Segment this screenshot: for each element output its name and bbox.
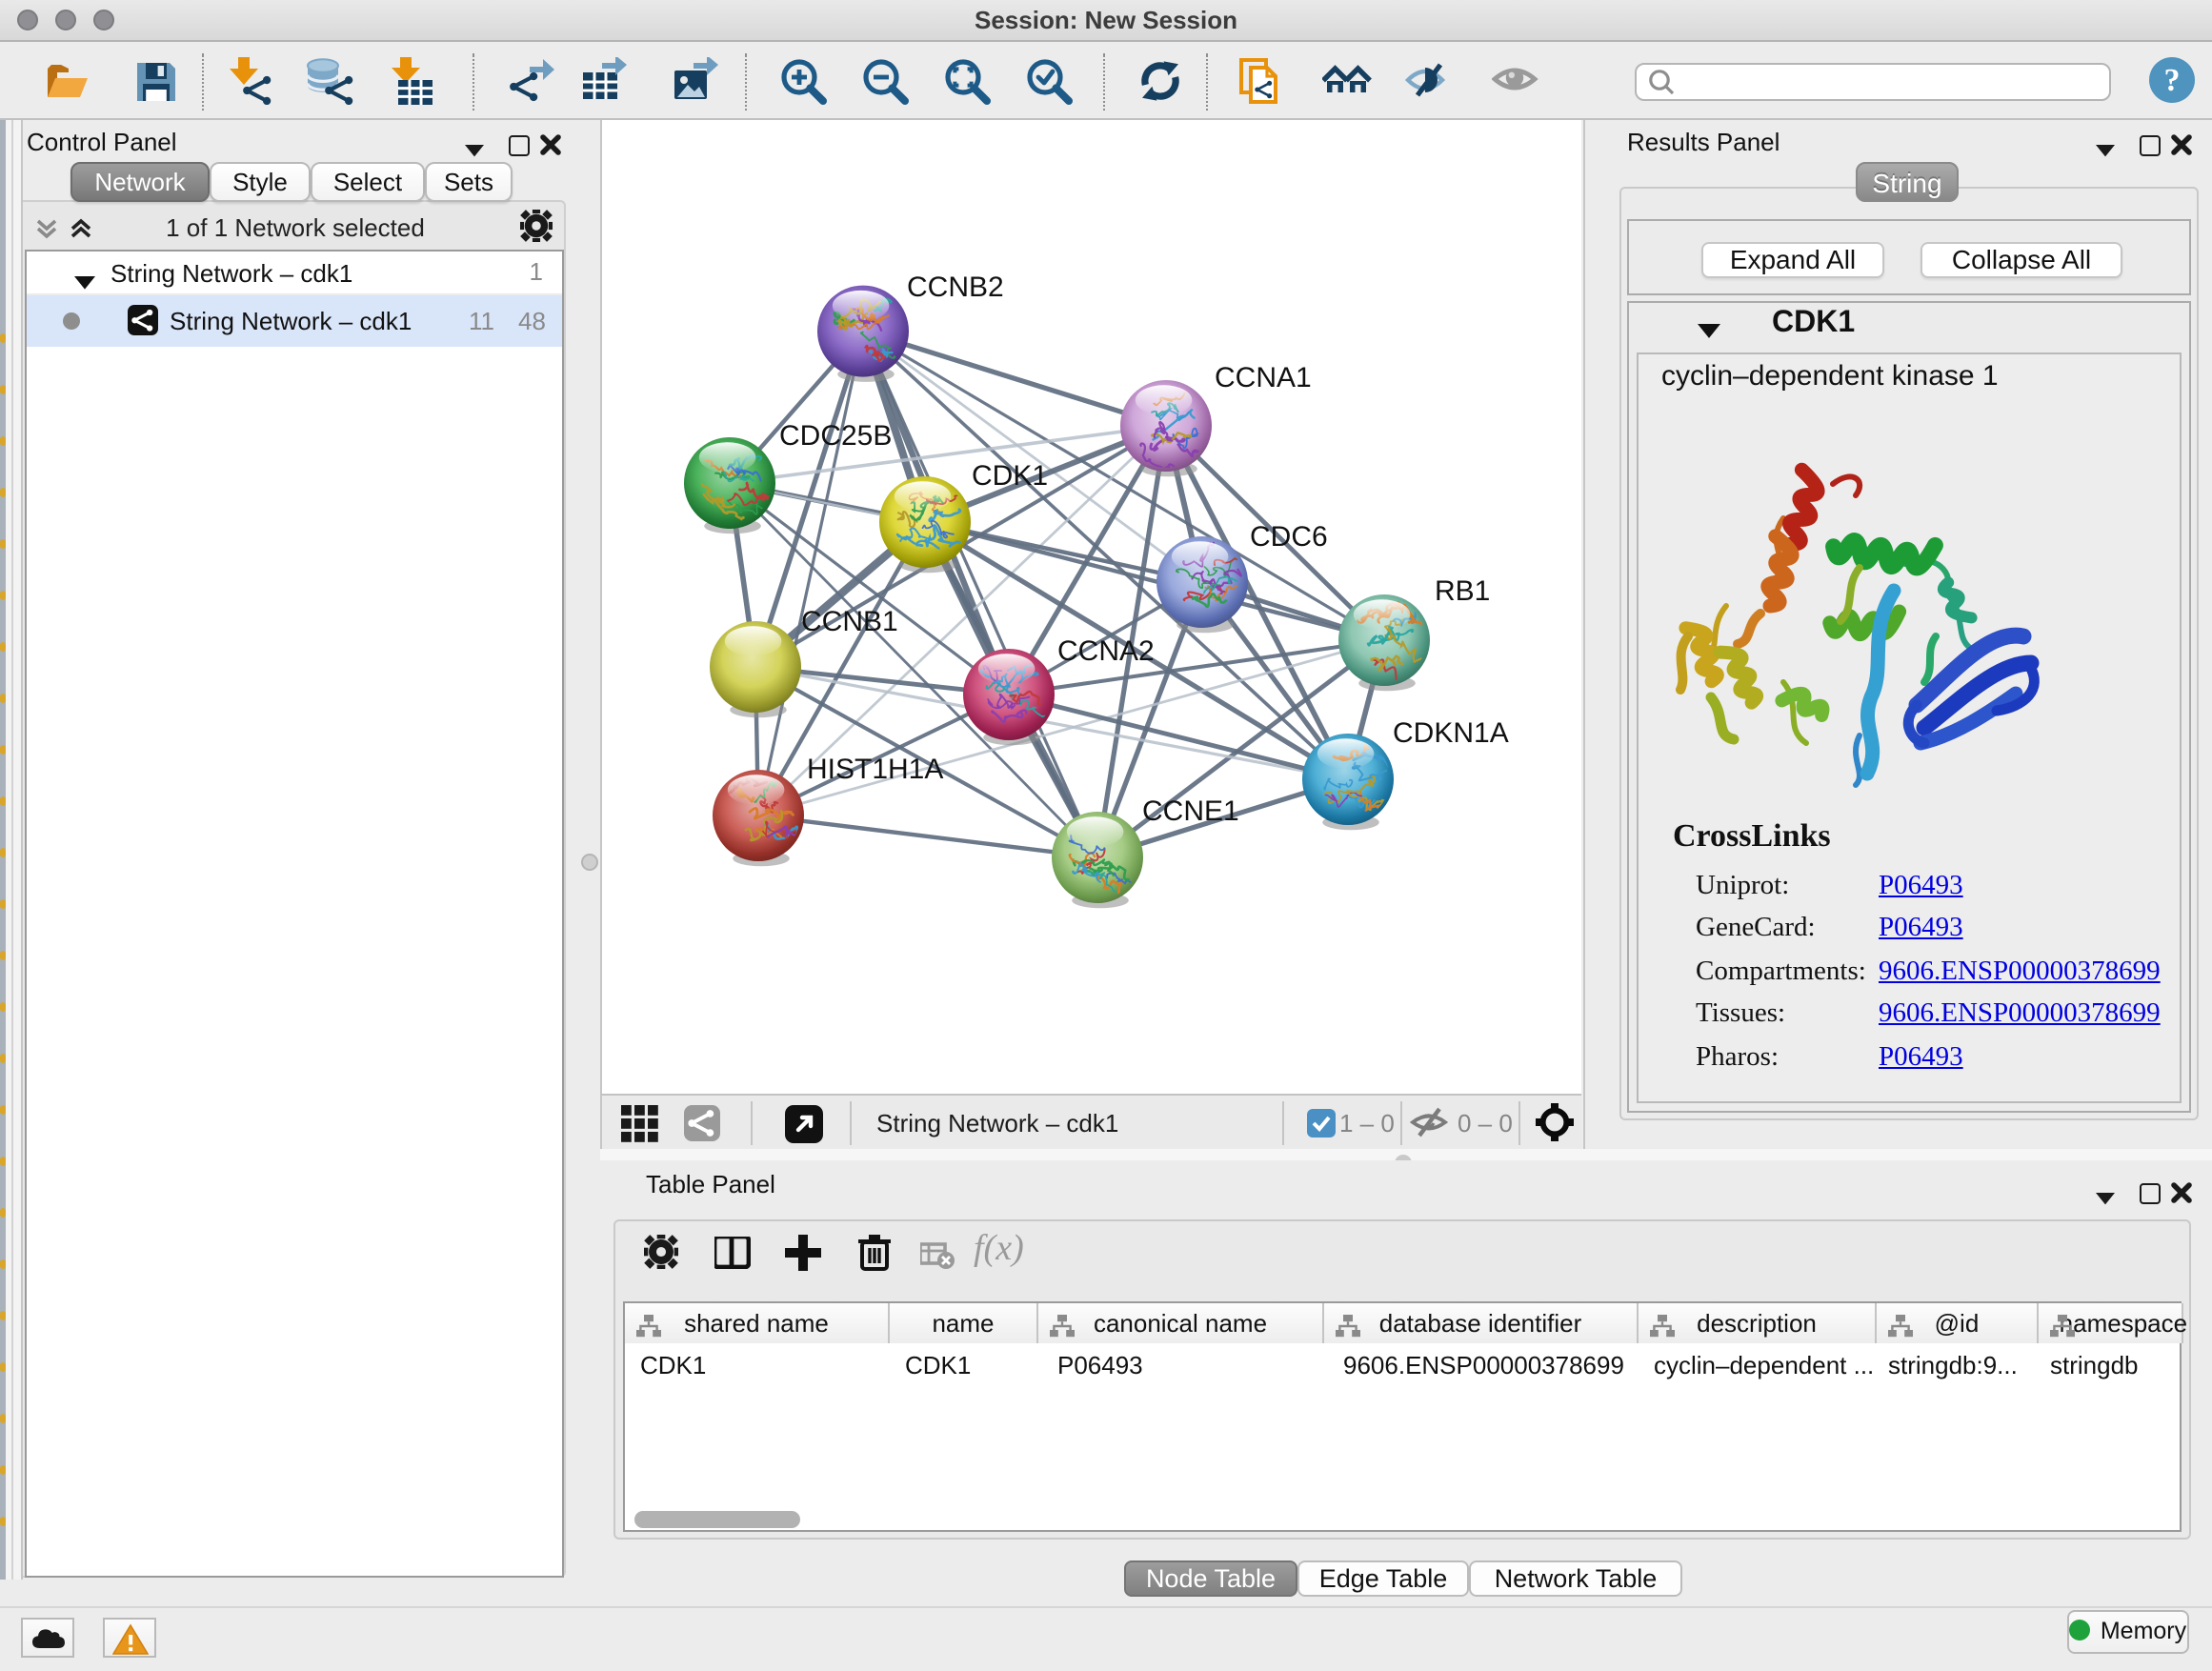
svg-text:?: ? [2164, 63, 2181, 98]
svg-text:HIST1H1A: HIST1H1A [807, 754, 943, 785]
svg-text:CCNB1: CCNB1 [801, 606, 898, 637]
svg-text:CCNE1: CCNE1 [1142, 795, 1239, 827]
svg-text:CDC25B: CDC25B [779, 420, 892, 452]
svg-text:CDC6: CDC6 [1250, 521, 1328, 553]
svg-text:CDKN1A: CDKN1A [1393, 717, 1509, 749]
svg-text:CCNA1: CCNA1 [1215, 362, 1312, 393]
svg-text:CDK1: CDK1 [972, 460, 1048, 492]
svg-text:RB1: RB1 [1435, 575, 1490, 607]
svg-text:CCNA2: CCNA2 [1057, 635, 1155, 667]
svg-text:CCNB2: CCNB2 [907, 272, 1004, 303]
